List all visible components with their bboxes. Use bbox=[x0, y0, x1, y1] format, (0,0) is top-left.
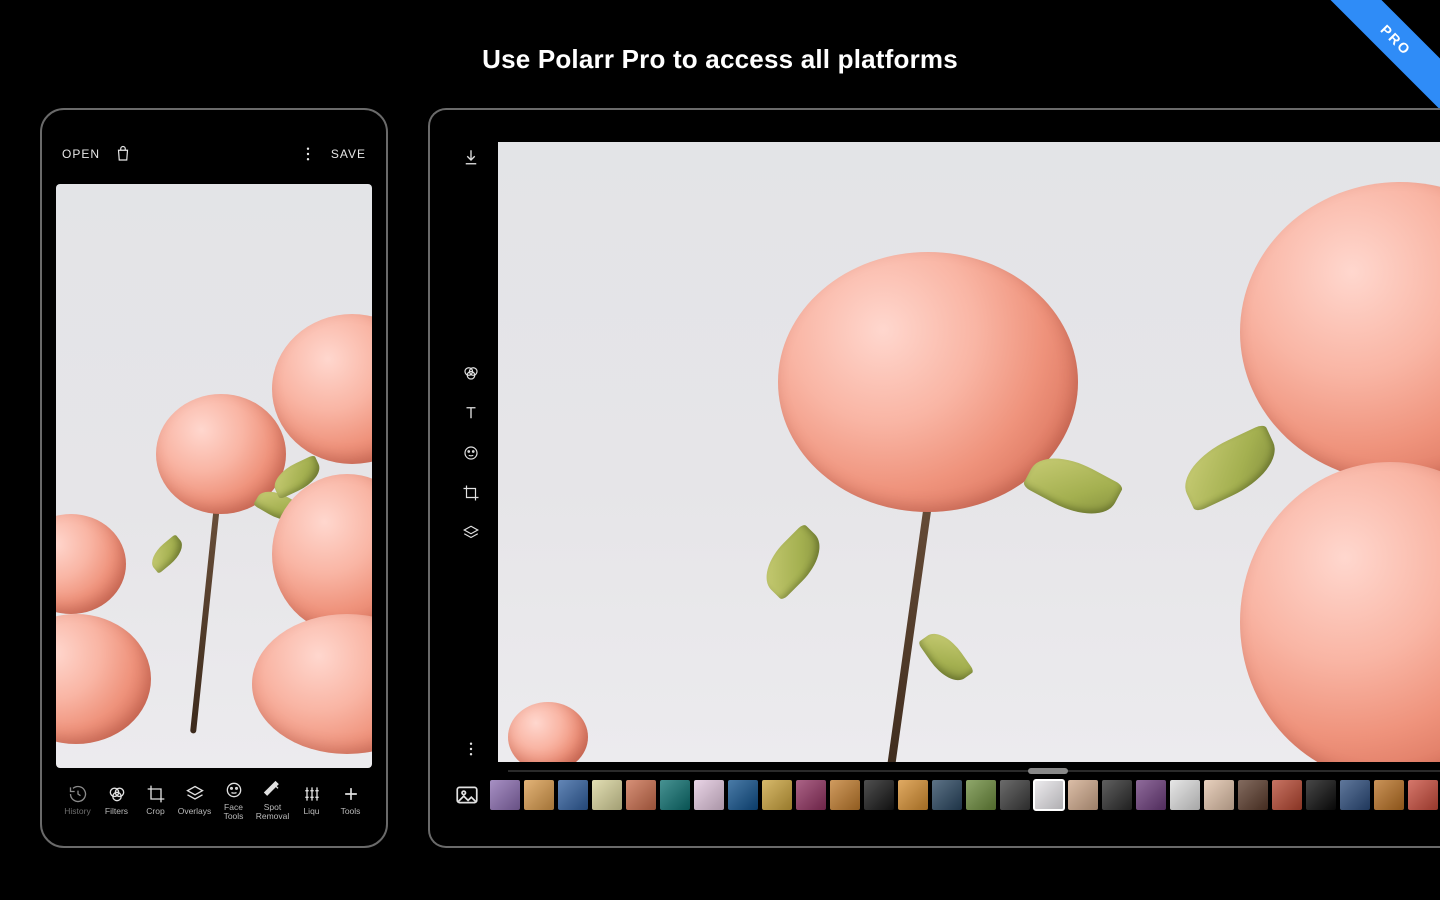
headline: Use Polarr Pro to access all platforms bbox=[0, 44, 1440, 75]
tool-spot-removal[interactable]: Spot Removal bbox=[253, 780, 292, 821]
filmstrip-thumb[interactable] bbox=[898, 780, 928, 810]
filmstrip-thumb[interactable] bbox=[796, 780, 826, 810]
tool-label: Face Tools bbox=[224, 803, 244, 821]
tool-label: History bbox=[64, 807, 90, 816]
filmstrip-thumb[interactable] bbox=[694, 780, 724, 810]
tool-text[interactable] bbox=[462, 404, 480, 422]
overlays-icon bbox=[185, 784, 205, 804]
tool-overlays[interactable]: Overlays bbox=[175, 784, 214, 816]
more-icon[interactable] bbox=[299, 145, 317, 163]
save-button[interactable]: SAVE bbox=[331, 147, 366, 161]
open-button[interactable]: OPEN bbox=[62, 147, 100, 161]
text-icon bbox=[462, 404, 480, 422]
tool-label: Crop bbox=[146, 807, 164, 816]
tool-tools[interactable]: Tools bbox=[331, 784, 370, 816]
filmstrip-thumb[interactable] bbox=[864, 780, 894, 810]
filmstrip bbox=[454, 772, 1440, 818]
tool-crop[interactable] bbox=[462, 484, 480, 502]
liquify-icon bbox=[302, 784, 322, 804]
face-tools-icon bbox=[462, 444, 480, 462]
filmstrip-thumb[interactable] bbox=[1000, 780, 1030, 810]
filmstrip-thumb[interactable] bbox=[524, 780, 554, 810]
export-button[interactable] bbox=[462, 148, 480, 166]
tool-label: Spot Removal bbox=[256, 803, 290, 821]
filmstrip-thumb[interactable] bbox=[728, 780, 758, 810]
filmstrip-thumb[interactable] bbox=[1272, 780, 1302, 810]
filmstrip-thumb[interactable] bbox=[762, 780, 792, 810]
tool-face[interactable]: Face Tools bbox=[214, 780, 253, 821]
filmstrip-thumb[interactable] bbox=[1068, 780, 1098, 810]
tool-label: Overlays bbox=[178, 807, 212, 816]
tool-label: Liqu bbox=[303, 807, 319, 816]
crop-icon bbox=[462, 484, 480, 502]
filmstrip-thumb[interactable] bbox=[1340, 780, 1370, 810]
filmstrip-thumb[interactable] bbox=[1374, 780, 1404, 810]
filmstrip-thumb[interactable] bbox=[490, 780, 520, 810]
face-tools-icon bbox=[224, 780, 244, 800]
tablet-frame bbox=[428, 108, 1440, 848]
filmstrip-thumb[interactable] bbox=[932, 780, 962, 810]
history-icon bbox=[68, 784, 88, 804]
photo-preview bbox=[56, 184, 372, 768]
filmstrip-thumb[interactable] bbox=[1204, 780, 1234, 810]
filmstrip-thumb[interactable] bbox=[1136, 780, 1166, 810]
more-button[interactable] bbox=[462, 740, 480, 758]
filmstrip-thumb[interactable] bbox=[626, 780, 656, 810]
tool-liquify[interactable]: Liqu bbox=[292, 784, 331, 816]
filmstrip-thumb[interactable] bbox=[1408, 780, 1438, 810]
stage: OPEN SAVE bbox=[40, 108, 1440, 848]
tool-overlays[interactable] bbox=[462, 524, 480, 542]
image-icon bbox=[454, 795, 480, 812]
filmstrip-thumb[interactable] bbox=[966, 780, 996, 810]
filmstrip-thumb[interactable] bbox=[1306, 780, 1336, 810]
filters-icon bbox=[462, 364, 480, 382]
phone-frame: OPEN SAVE bbox=[40, 108, 388, 848]
tool-crop[interactable]: Crop bbox=[136, 784, 175, 816]
phone-toolbar: History Filters Crop Overlays Face Tools… bbox=[56, 768, 372, 832]
filmstrip-thumb[interactable] bbox=[1034, 780, 1064, 810]
more-icon bbox=[462, 740, 480, 758]
tools-icon bbox=[341, 784, 361, 804]
gallery-button[interactable] bbox=[454, 782, 480, 808]
filmstrip-thumb[interactable] bbox=[558, 780, 588, 810]
spot-removal-icon bbox=[263, 780, 283, 800]
download-icon bbox=[462, 148, 480, 166]
tablet-left-toolbar bbox=[454, 142, 488, 762]
phone-topbar: OPEN SAVE bbox=[56, 124, 372, 184]
tool-label: Filters bbox=[105, 807, 128, 816]
tool-filters[interactable]: Filters bbox=[97, 784, 136, 816]
tool-label: Tools bbox=[341, 807, 361, 816]
tool-history[interactable]: History bbox=[58, 784, 97, 816]
tool-face[interactable] bbox=[462, 444, 480, 462]
filmstrip-thumb[interactable] bbox=[1170, 780, 1200, 810]
tablet-canvas[interactable] bbox=[498, 142, 1440, 762]
filmstrip-thumb[interactable] bbox=[660, 780, 690, 810]
shopping-bag-icon[interactable] bbox=[114, 145, 132, 163]
filmstrip-thumb[interactable] bbox=[830, 780, 860, 810]
photo-preview bbox=[498, 142, 1440, 762]
overlays-icon bbox=[462, 524, 480, 542]
crop-icon bbox=[146, 784, 166, 804]
filmstrip-thumb[interactable] bbox=[1238, 780, 1268, 810]
phone-canvas[interactable] bbox=[56, 184, 372, 768]
filters-icon bbox=[107, 784, 127, 804]
filmstrip-thumb[interactable] bbox=[1102, 780, 1132, 810]
tool-filters[interactable] bbox=[462, 364, 480, 382]
filmstrip-thumb[interactable] bbox=[592, 780, 622, 810]
